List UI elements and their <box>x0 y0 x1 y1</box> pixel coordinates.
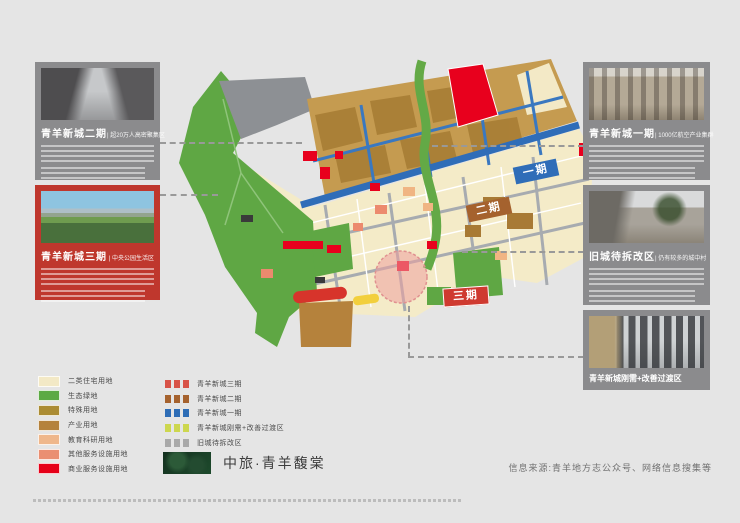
connector-transition-vertical <box>408 306 410 358</box>
panel-phase1-subtitle: | 1000亿航空产业集群 <box>655 130 714 139</box>
connector-phase3 <box>160 194 218 196</box>
connector-phase1 <box>432 145 584 147</box>
panel-phase3-title: 青羊新城三期 <box>41 248 107 263</box>
legend-label: 教育科研用地 <box>68 435 113 445</box>
legend-dash-swatch <box>165 424 189 432</box>
panel-phase3-body <box>41 268 154 302</box>
photo-transition <box>589 316 704 368</box>
panel-phase2-body <box>41 145 154 179</box>
legend-landuse-item: 产业用地 <box>38 418 128 433</box>
legend-dash-swatch <box>165 409 189 417</box>
legend-label: 商业服务设施用地 <box>68 464 128 474</box>
legend-label: 生态绿地 <box>68 391 98 401</box>
brand-logo-image <box>163 452 211 474</box>
legend-zone-item: 旧城待拆改区 <box>165 435 284 450</box>
legend-landuse-item: 其他服务设施用地 <box>38 447 128 462</box>
legend-swatch <box>38 405 60 416</box>
legend-landuse-item: 商业服务设施用地 <box>38 462 128 477</box>
photo-phase1 <box>589 68 704 120</box>
panel-phase1: 青羊新城一期 | 1000亿航空产业集群 <box>583 62 710 180</box>
legend-swatch <box>38 449 60 460</box>
panel-phase3: 青羊新城三期 | 中央公园生活区 <box>35 185 160 300</box>
legend-swatch <box>38 463 60 474</box>
legend-label: 青羊新城一期 <box>197 408 242 418</box>
legend-swatch <box>38 376 60 387</box>
panel-phase2-title: 青羊新城二期 <box>41 125 107 140</box>
panel-oldtown-title: 旧城待拆改区 <box>589 248 655 263</box>
poster-canvas: 一期 二期 三期 青羊新城二期 | 超20万人高密聚集区 青羊新城三期 | 中央… <box>0 0 740 523</box>
photo-oldtown <box>589 191 704 243</box>
legend-label: 其他服务设施用地 <box>68 449 128 459</box>
legend-dash-swatch <box>165 395 189 403</box>
panel-phase1-title: 青羊新城一期 <box>589 125 655 140</box>
legend-label: 青羊新城三期 <box>197 379 242 389</box>
planning-map: 一期 二期 三期 <box>165 55 595 370</box>
map-block-logistics <box>299 301 353 347</box>
planning-map-svg <box>165 55 595 370</box>
panel-oldtown-subtitle: | 仍有较多的城中村 <box>655 253 706 262</box>
photo-phase2 <box>41 68 154 120</box>
connector-phase2 <box>160 142 302 144</box>
legend-zone-item: 青羊新城三期 <box>165 377 284 392</box>
brand-logo-text: 中旅·青羊馥棠 <box>223 453 326 473</box>
legend-landuse-item: 生态绿地 <box>38 389 128 404</box>
map-label-phase3: 三期 <box>442 285 489 307</box>
photo-phase3 <box>41 191 154 243</box>
panel-transition-title: 青羊新城刚需+改善过渡区 <box>589 373 682 384</box>
legend-label: 产业用地 <box>68 420 98 430</box>
source-note: 信息来源:青羊地方志公众号、网络信息搜集等 <box>508 461 712 474</box>
legend-landuse: 二类住宅用地 生态绿地 特殊用地 产业用地 教育科研用地 其他服务设施用地 商业… <box>38 374 128 476</box>
legend-zones: 青羊新城三期 青羊新城二期 青羊新城一期 青羊新城刚需+改善过渡区 旧城待拆改区 <box>165 377 284 450</box>
connector-oldtown <box>462 251 584 253</box>
legend-dash-swatch <box>165 380 189 388</box>
panel-phase3-subtitle: | 中央公园生活区 <box>109 253 154 262</box>
legend-label: 二类住宅用地 <box>68 376 113 386</box>
legend-zone-item: 青羊新城一期 <box>165 406 284 421</box>
legend-label: 青羊新城二期 <box>197 394 242 404</box>
legend-zone-item: 青羊新城二期 <box>165 392 284 407</box>
legend-landuse-item: 二类住宅用地 <box>38 374 128 389</box>
legend-landuse-item: 教育科研用地 <box>38 432 128 447</box>
map-project-highlight-circle <box>375 251 427 303</box>
legend-landuse-item: 特殊用地 <box>38 403 128 418</box>
legend-label: 旧城待拆改区 <box>197 438 242 448</box>
legend-label: 青羊新城刚需+改善过渡区 <box>197 423 284 433</box>
panel-transition: 青羊新城刚需+改善过渡区 <box>583 310 710 390</box>
panel-phase2: 青羊新城二期 | 超20万人高密聚集区 <box>35 62 160 180</box>
legend-swatch <box>38 420 60 431</box>
brand-row: 中旅·青羊馥棠 <box>163 452 326 474</box>
legend-zone-item: 青羊新城刚需+改善过渡区 <box>165 421 284 436</box>
legend-swatch <box>38 390 60 401</box>
panel-oldtown-body <box>589 268 704 302</box>
panel-phase1-body <box>589 145 704 179</box>
panel-oldtown: 旧城待拆改区 | 仍有较多的城中村 <box>583 185 710 305</box>
legend-swatch <box>38 434 60 445</box>
connector-transition-horizontal <box>408 356 584 358</box>
legend-label: 特殊用地 <box>68 405 98 415</box>
panel-phase2-subtitle: | 超20万人高密聚集区 <box>107 130 165 139</box>
fine-print-line <box>33 499 463 502</box>
legend-dash-swatch <box>165 439 189 447</box>
